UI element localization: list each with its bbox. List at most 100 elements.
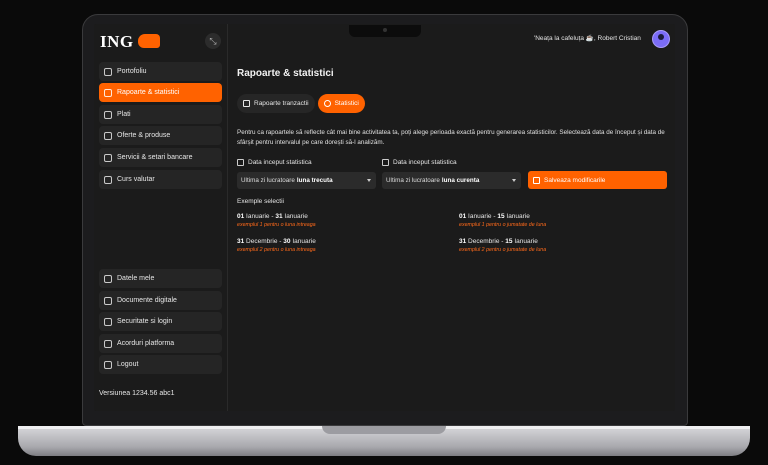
sidebar-item-label: Datele mele xyxy=(117,275,155,282)
table-icon xyxy=(243,100,250,107)
refresh-icon xyxy=(323,100,331,107)
example-month-end: Ianuarie xyxy=(292,238,316,245)
example-note: exemplul 2 pentru o luna intreaga xyxy=(237,247,316,253)
example-separator: - xyxy=(271,213,274,220)
example-item: 01 Ianuarie - 15 Ianuarie exemplul 1 pen… xyxy=(459,213,546,228)
sidebar-item-rapoarte[interactable]: Rapoarte & statistici xyxy=(99,83,222,102)
example-month-end: Ianuarie xyxy=(514,238,538,245)
tab-rapoarte-tranzactii[interactable]: Rapoarte tranzactii xyxy=(237,94,315,113)
start-date-value-prefix: Ultima zi lucratoare xyxy=(241,177,295,184)
ing-logo[interactable]: ING xyxy=(100,32,160,52)
lock-icon xyxy=(104,317,112,326)
page-title: Rapoarte & statistici xyxy=(237,68,334,79)
example-month-start: Decembrie xyxy=(246,238,278,245)
sidebar-item-label: Oferte & produse xyxy=(117,132,171,139)
camera-icon xyxy=(383,28,387,32)
save-button[interactable]: Salveaza modificarile xyxy=(528,171,667,189)
example-month-start: Decembrie xyxy=(468,238,500,245)
avatar[interactable] xyxy=(652,30,670,48)
save-icon xyxy=(533,176,540,184)
chevron-down-icon xyxy=(512,179,516,182)
example-month-end: Ianuarie xyxy=(284,213,308,220)
logo-text: ING xyxy=(100,32,134,51)
laptop-base-notch xyxy=(322,426,446,434)
example-note: exemplul 2 pentru o jumatate de luna xyxy=(459,247,547,253)
offers-icon xyxy=(104,131,112,140)
document-icon xyxy=(104,296,112,305)
example-note: exemplul 1 pentru o luna intreaga xyxy=(237,222,316,228)
lion-logo-icon xyxy=(137,34,160,48)
example-day-end: 31 xyxy=(275,213,283,220)
calendar-icon xyxy=(382,159,389,166)
example-separator: - xyxy=(501,238,504,245)
example-day-end: 15 xyxy=(497,213,505,220)
sidebar-item-logout[interactable]: Logout xyxy=(99,355,222,374)
end-date-select[interactable]: Ultima zi lucratoare luna curenta xyxy=(382,172,521,189)
start-date-value-bold: luna trecuta xyxy=(296,177,333,184)
description-text: Pentru ca rapoartele să reflecte cât mai… xyxy=(237,129,665,146)
app-screen: ING ⤡ Portofoliu Rapoarte & statistici P… xyxy=(94,24,675,411)
sidebar-item-oferte[interactable]: Oferte & produse xyxy=(99,126,222,145)
sidebar-item-label: Curs valutar xyxy=(117,176,155,183)
end-date-label: Data inceput statistica xyxy=(382,159,457,166)
sidebar-item-servicii[interactable]: Servicii & setari bancare xyxy=(99,148,222,167)
tab-bar: Rapoarte tranzactii Statistici xyxy=(237,94,365,113)
sidebar-item-securitate[interactable]: Securitate si login xyxy=(99,312,222,331)
example-day-start: 01 xyxy=(237,213,245,220)
example-note: exemplul 1 pentru o jumatate de luna xyxy=(459,222,547,228)
sidebar-item-label: Portofoliu xyxy=(117,68,147,75)
user-card-icon xyxy=(104,274,112,283)
sidebar-item-label: Documente digitale xyxy=(117,297,177,304)
example-month-end: Ianuarie xyxy=(506,213,530,220)
sidebar-item-curs-valutar[interactable]: Curs valutar xyxy=(99,170,222,189)
sidebar-item-label: Securitate si login xyxy=(117,318,173,325)
chevron-down-icon xyxy=(367,179,371,182)
tab-statistici[interactable]: Statistici xyxy=(317,94,365,113)
example-day-end: 30 xyxy=(283,238,291,245)
example-item: 01 Ianuarie - 31 Ianuarie exemplul 1 pen… xyxy=(237,213,316,228)
examples-title: Exemple selectii xyxy=(237,198,284,205)
logout-icon xyxy=(104,360,112,369)
sidebar-item-label: Rapoarte & statistici xyxy=(117,89,180,96)
sidebar-item-portofoliu[interactable]: Portofoliu xyxy=(99,62,222,81)
example-day-start: 31 xyxy=(459,238,467,245)
sidebar: ING ⤡ Portofoliu Rapoarte & statistici P… xyxy=(94,24,228,411)
user-greeting: 'Neața la cafeluța ☕, Robert Cristian xyxy=(534,35,641,42)
agreement-icon xyxy=(104,339,112,348)
end-date-value-bold: luna curenta xyxy=(441,177,480,184)
example-item: 31 Decembrie - 15 Ianuarie exemplul 2 pe… xyxy=(459,238,546,253)
example-day-start: 01 xyxy=(459,213,467,220)
example-month-start: Ianuarie xyxy=(468,213,492,220)
save-button-label: Salveaza modificarile xyxy=(544,176,606,184)
sidebar-item-label: Logout xyxy=(117,361,139,368)
sidebar-item-datele-mele[interactable]: Datele mele xyxy=(99,269,222,288)
sidebar-item-label: Plati xyxy=(117,111,131,118)
collapse-sidebar-button[interactable]: ⤡ xyxy=(205,33,221,49)
report-icon xyxy=(104,88,112,97)
example-item: 31 Decembrie - 30 Ianuarie exemplul 2 pe… xyxy=(237,238,316,253)
example-day-end: 15 xyxy=(505,238,513,245)
sidebar-item-documente[interactable]: Documente digitale xyxy=(99,291,222,310)
start-date-select[interactable]: Ultima zi lucratoare luna trecuta xyxy=(237,172,376,189)
currency-icon xyxy=(104,175,112,184)
sidebar-item-acorduri[interactable]: Acorduri platforma xyxy=(99,334,222,353)
camera-notch xyxy=(349,25,421,37)
sidebar-item-label: Servicii & setari bancare xyxy=(117,154,193,161)
start-date-label: Data inceput statistica xyxy=(237,159,312,166)
app-version: Versiunea 1234.56 abc1 xyxy=(99,390,175,397)
example-month-start: Ianuarie xyxy=(246,213,270,220)
example-separator: - xyxy=(493,213,496,220)
sidebar-item-plati[interactable]: Plati xyxy=(99,105,222,124)
end-date-value-prefix: Ultima zi lucratoare xyxy=(386,177,440,184)
calendar-icon xyxy=(237,159,244,166)
tab-label: Statistici xyxy=(334,100,359,107)
example-day-start: 31 xyxy=(237,238,245,245)
payments-icon xyxy=(104,110,112,119)
sidebar-item-label: Acorduri platforma xyxy=(117,340,175,347)
start-date-label-text: Data inceput statistica xyxy=(248,159,312,166)
collapse-icon: ⤡ xyxy=(209,36,217,46)
tab-label: Rapoarte tranzactii xyxy=(254,100,309,107)
example-separator: - xyxy=(279,238,282,245)
settings-icon xyxy=(104,153,112,162)
home-icon xyxy=(104,67,112,76)
